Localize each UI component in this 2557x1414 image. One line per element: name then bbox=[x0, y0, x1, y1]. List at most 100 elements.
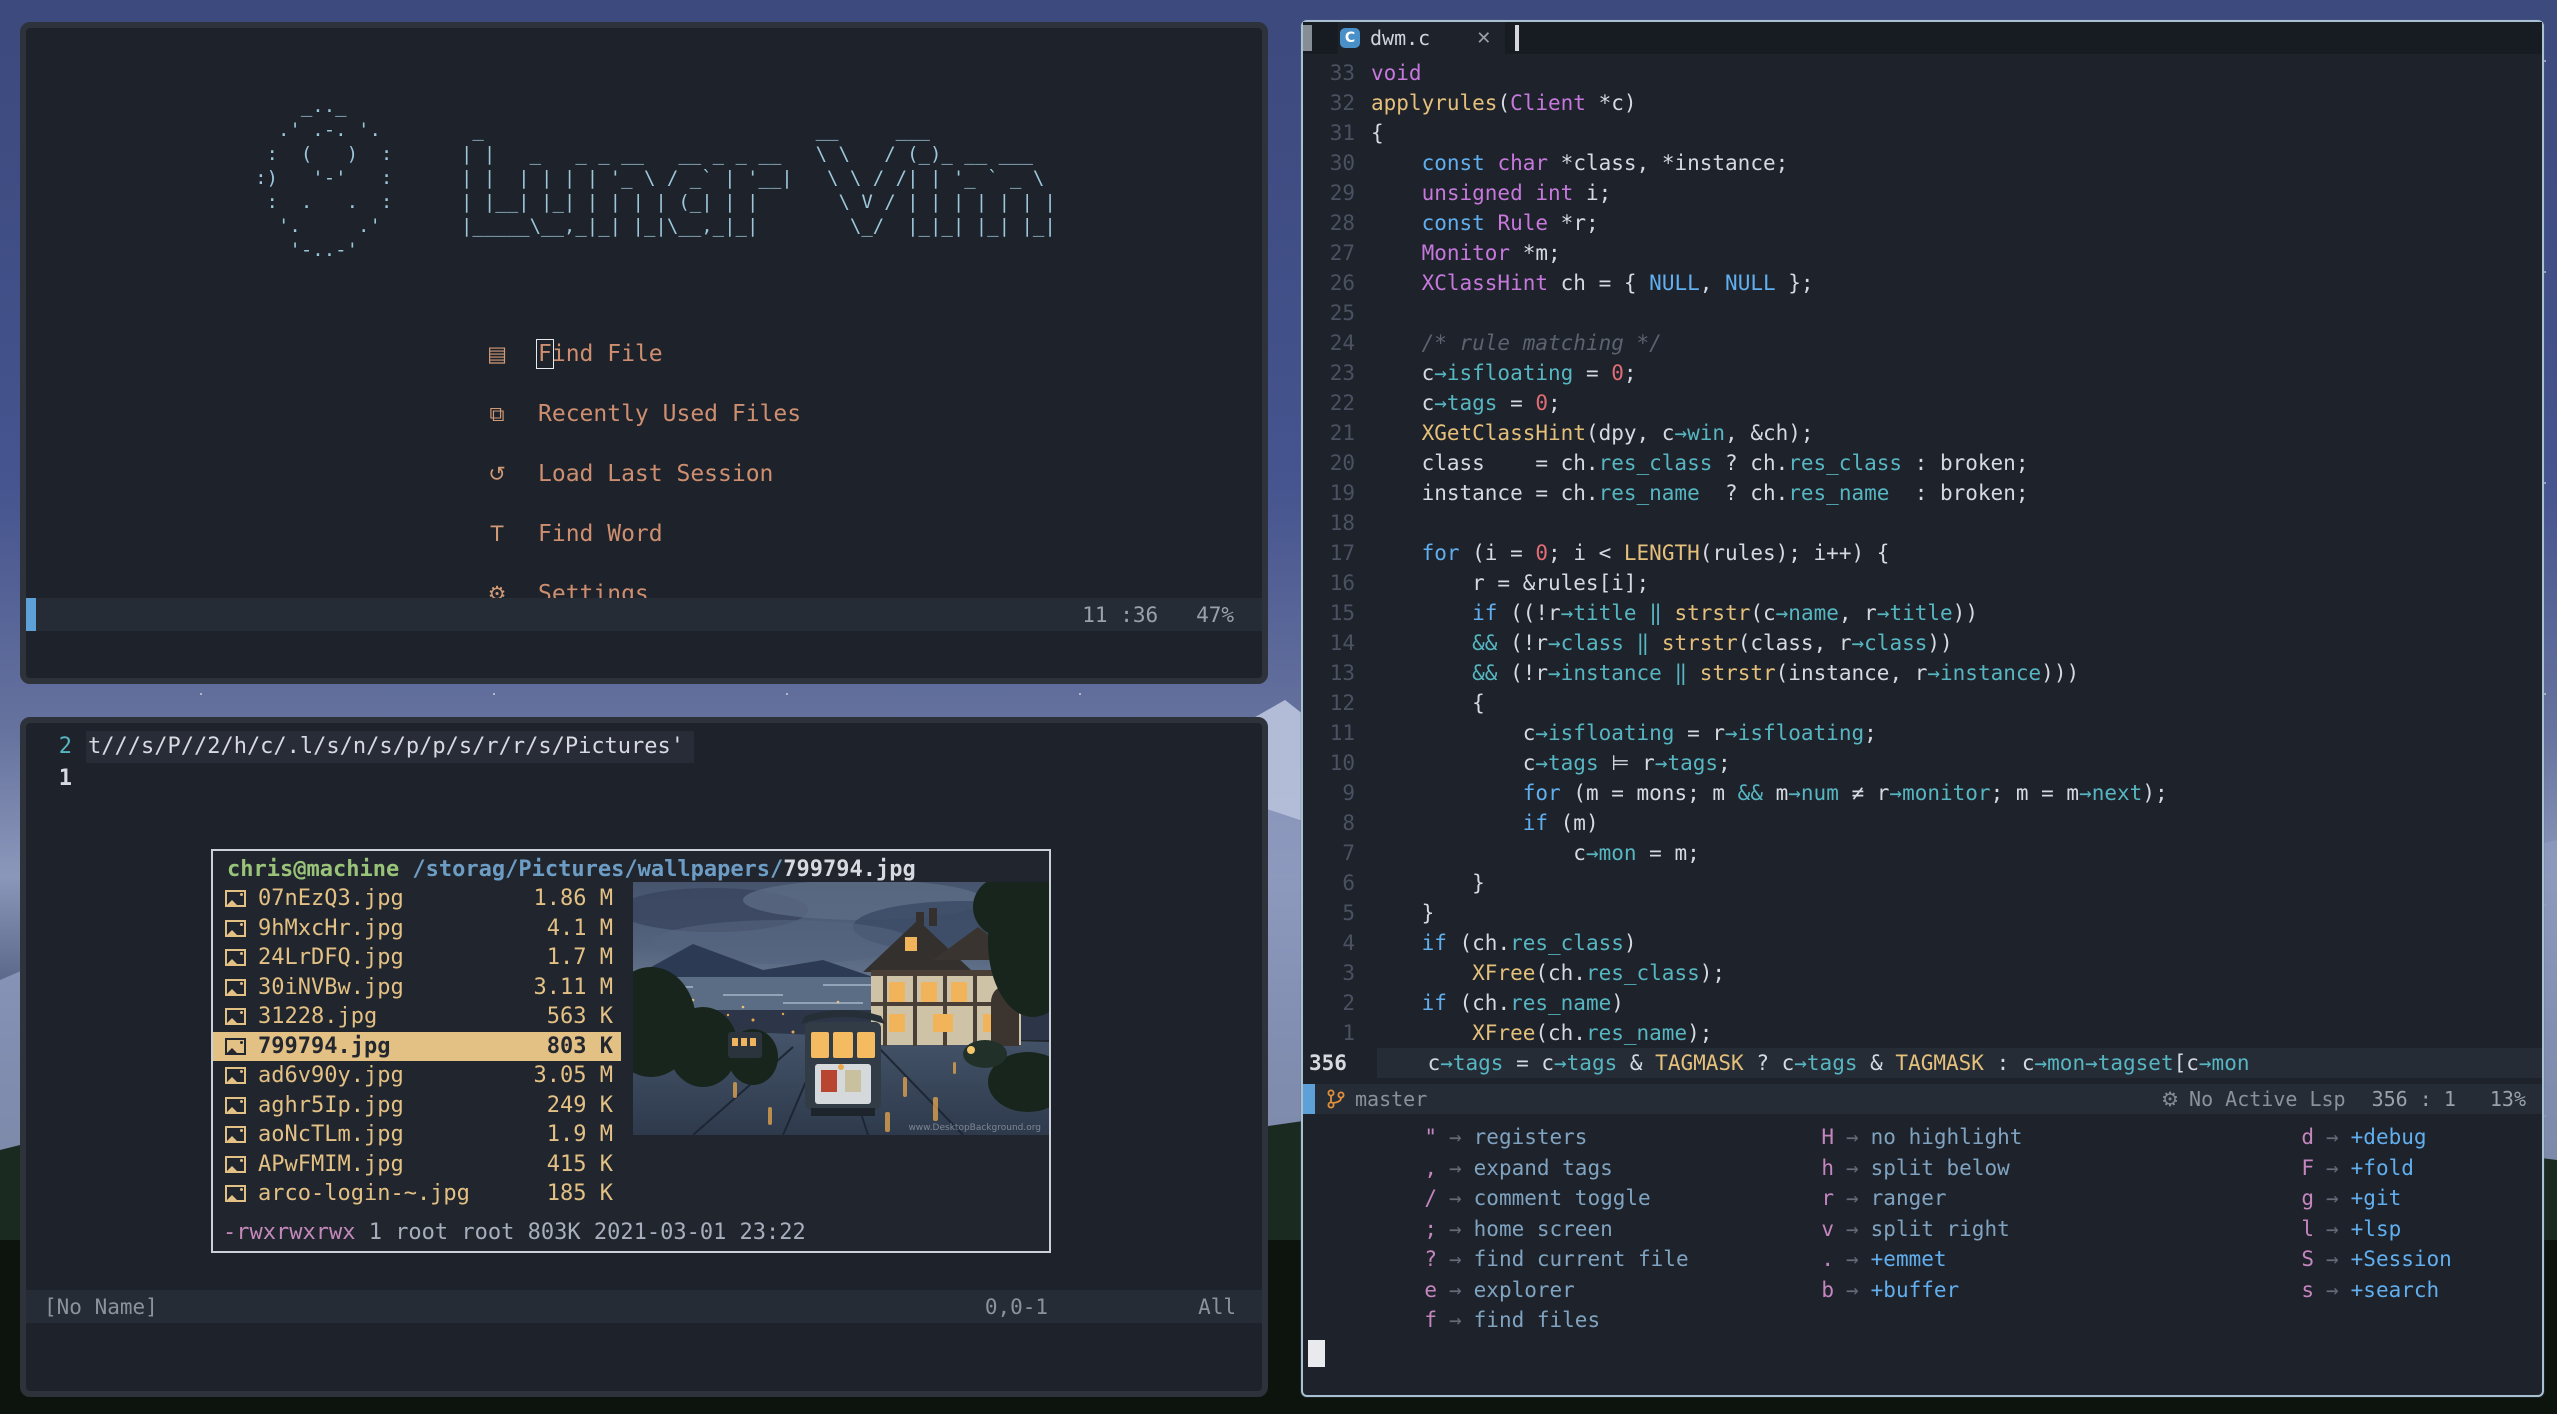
line-number: 30 bbox=[1329, 151, 1355, 175]
explorer-statusline: [No Name] 0,0-1 All bbox=[26, 1290, 1262, 1323]
git-branch-name: master bbox=[1355, 1087, 1428, 1111]
file-row[interactable]: 799794.jpg 803 K bbox=[213, 1031, 621, 1061]
dashboard-cursor: F bbox=[536, 339, 554, 369]
whichkey-label: find current file bbox=[1473, 1247, 1689, 1271]
file-name: aoNcTLm.jpg bbox=[258, 1122, 404, 1148]
line-number: 3 bbox=[1342, 961, 1355, 985]
file-permissions: -rwxrwxrwx bbox=[223, 1220, 356, 1245]
code-line: 17 for (i = 0; i < LENGTH(rules); i++) { bbox=[1303, 538, 2542, 568]
arrow-icon: → bbox=[1846, 1277, 1859, 1302]
arrow-icon: → bbox=[2326, 1277, 2339, 1302]
code-text: c→tags ⊨ r→tags; bbox=[1371, 751, 1731, 775]
file-row[interactable]: APwFMIM.jpg 415 K bbox=[213, 1150, 621, 1180]
dashboard-menu-item-find-word[interactable]: T Find Word bbox=[482, 504, 801, 564]
code-line: 18 bbox=[1303, 508, 2542, 538]
line-number: 7 bbox=[1342, 841, 1355, 865]
code-line: 31 { bbox=[1303, 118, 2542, 148]
whichkey-label: comment toggle bbox=[1473, 1186, 1651, 1210]
file-row[interactable]: 30iNVBw.jpg 3.11 M bbox=[213, 973, 621, 1003]
code-line: 25 bbox=[1303, 298, 2542, 328]
line-number: 12 bbox=[1329, 691, 1355, 715]
line-number: 20 bbox=[1329, 451, 1355, 475]
arrow-icon: → bbox=[2326, 1155, 2339, 1180]
whichkey-label: find files bbox=[1473, 1308, 1601, 1332]
code-text: && (!r→instance ‖ strstr(instance, r→ins… bbox=[1472, 661, 2080, 685]
current-file-name: 799794.jpg bbox=[783, 857, 916, 882]
c-language-icon: C bbox=[1340, 28, 1360, 48]
file-size: 4.1 M bbox=[546, 915, 613, 941]
code-line: 12 { bbox=[1303, 688, 2542, 718]
whichkey-label: split right bbox=[1870, 1216, 2010, 1241]
file-name: 9hMxcHr.jpg bbox=[258, 915, 404, 941]
file-row[interactable]: aoNcTLm.jpg 1.9 M bbox=[213, 1120, 621, 1150]
whichkey-key: e bbox=[1424, 1277, 1437, 1302]
whichkey-label: +search bbox=[2350, 1277, 2440, 1302]
code-line: 27 Monitor *m; bbox=[1303, 238, 2542, 268]
code-line: 10 c→tags ⊨ r→tags; bbox=[1303, 748, 2542, 778]
code-text: c→tags = 0; bbox=[1371, 391, 1561, 415]
file-row[interactable]: 9hMxcHr.jpg 4.1 M bbox=[213, 914, 621, 944]
image-file-icon bbox=[225, 890, 246, 908]
line-number: 25 bbox=[1329, 301, 1355, 325]
line-number: 1 bbox=[58, 766, 72, 791]
file-name: ad6v90y.jpg bbox=[258, 1063, 404, 1089]
tabline-caret bbox=[1515, 25, 1520, 51]
code-line: 19 instance = ch.res_name ? ch.res_name … bbox=[1303, 478, 2542, 508]
whichkey-key: . bbox=[1821, 1247, 1834, 1271]
arrow-icon: → bbox=[1846, 1155, 1859, 1180]
dashboard-menu-item-find-file[interactable]: ▤ Find File bbox=[482, 324, 801, 384]
arrow-icon: → bbox=[1846, 1216, 1859, 1241]
arrow-icon: → bbox=[1846, 1125, 1859, 1149]
arrow-icon: → bbox=[2326, 1125, 2339, 1149]
code-text: c→mon = m; bbox=[1371, 841, 1700, 865]
whichkey-label: +emmet bbox=[1870, 1247, 1947, 1271]
whichkey-label: ranger bbox=[1870, 1186, 1947, 1210]
file-name: 31228.jpg bbox=[258, 1004, 378, 1030]
line-number: 29 bbox=[1329, 181, 1355, 205]
code-line: 3 XFree(ch.res_class); bbox=[1303, 958, 2542, 988]
code-text: class = ch.res_class ? ch.res_class : br… bbox=[1371, 451, 2029, 475]
file-row[interactable]: ad6v90y.jpg 3.05 M bbox=[213, 1061, 621, 1091]
code-text: const Rule *r; bbox=[1421, 211, 1599, 235]
file-size: 415 K bbox=[546, 1151, 613, 1177]
arrow-icon: → bbox=[2326, 1216, 2339, 1241]
arrow-icon: → bbox=[1846, 1186, 1859, 1210]
image-file-icon bbox=[225, 1185, 246, 1203]
dashboard-menu-item-load-last-session[interactable]: ↺ Load Last Session bbox=[482, 444, 801, 504]
whichkey-label: home screen bbox=[1473, 1216, 1613, 1241]
image-file-icon bbox=[225, 1008, 246, 1026]
line-number: 10 bbox=[1329, 751, 1355, 775]
arrow-icon: → bbox=[1449, 1216, 1462, 1241]
whichkey-column: H → no highlight h → split below r → ranger v → spl… bbox=[1808, 1122, 2288, 1336]
dashboard-menu-item-recently-used-files[interactable]: ⧉ Recently Used Files bbox=[482, 384, 802, 444]
line-number: 356 bbox=[1309, 1051, 1347, 1075]
menu-item-label: Find File bbox=[536, 339, 663, 369]
tab-dwm-c[interactable]: C dwm.c ✕ bbox=[1338, 22, 1506, 54]
file-row[interactable]: 07nEzQ3.jpg 1.86 M bbox=[213, 884, 621, 914]
whichkey-label: no highlight bbox=[1870, 1125, 2023, 1149]
whichkey-binding: r → ranger bbox=[1808, 1183, 2288, 1214]
whichkey-label: split below bbox=[1870, 1155, 2010, 1180]
lsp-gear-icon: ⚙ bbox=[2161, 1087, 2180, 1111]
close-icon[interactable]: ✕ bbox=[1476, 28, 1491, 49]
buffer-lines: 2 t///s/P//2/h/c/.l/s/n/s/p/p/s/r/r/s/Pic… bbox=[26, 731, 1262, 795]
file-manager-popup: chris@machine /storag/Pictures/wallpaper… bbox=[211, 849, 1051, 1253]
scroll-indicator: All bbox=[1198, 1294, 1236, 1319]
directory-path: /storag/Pictures/wallpapers/ bbox=[399, 857, 784, 882]
file-size: 249 K bbox=[546, 1092, 613, 1118]
file-row[interactable]: arco-login-~.jpg 185 K bbox=[213, 1179, 621, 1209]
file-name: 07nEzQ3.jpg bbox=[258, 886, 404, 912]
arrow-icon: → bbox=[1449, 1186, 1462, 1210]
whichkey-binding: . → +emmet bbox=[1808, 1244, 2288, 1275]
file-row[interactable]: 31228.jpg 563 K bbox=[213, 1002, 621, 1032]
code-line: 33 void bbox=[1303, 58, 2542, 88]
file-name: arco-login-~.jpg bbox=[258, 1181, 470, 1207]
file-row[interactable]: 24LrDFQ.jpg 1.7 M bbox=[213, 943, 621, 973]
menu-item-label: Recently Used Files bbox=[538, 401, 802, 427]
copies-icon: ⧉ bbox=[489, 401, 505, 426]
file-row[interactable]: aghr5Ip.jpg 249 K bbox=[213, 1091, 621, 1121]
whichkey-key: l bbox=[2301, 1216, 2314, 1241]
dashboard-status-right: 11 :36 47% bbox=[1082, 602, 1234, 627]
code-text: /* rule matching */ bbox=[1421, 331, 1662, 355]
code-text: unsigned int i; bbox=[1421, 181, 1612, 205]
